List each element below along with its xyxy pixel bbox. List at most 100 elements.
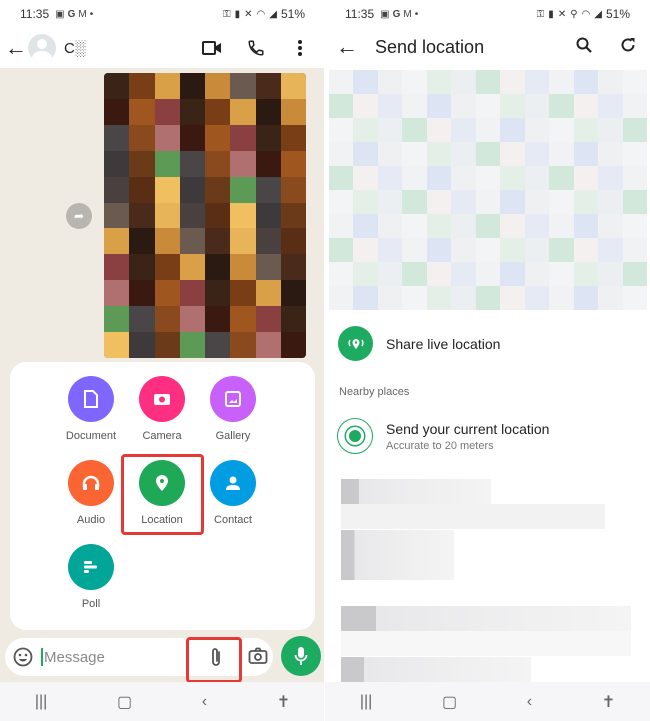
- map-view[interactable]: [329, 70, 647, 310]
- photo-pixel: [154, 202, 180, 229]
- photo-pixel: [154, 176, 180, 203]
- map-tile: [524, 262, 550, 286]
- map-tile: [622, 70, 647, 94]
- attach-gallery[interactable]: Gallery: [198, 376, 268, 442]
- attach-contact[interactable]: Contact: [198, 460, 268, 526]
- map-tile: [475, 262, 501, 286]
- nearby-place-item[interactable]: [341, 657, 531, 682]
- video-call-icon[interactable]: [201, 37, 223, 59]
- map-tile: [549, 286, 574, 310]
- photo-pixel: [230, 98, 256, 125]
- attach-camera[interactable]: Camera: [127, 376, 197, 442]
- home-icon[interactable]: ▢: [442, 692, 457, 712]
- accessibility-icon[interactable]: ✝: [602, 692, 615, 712]
- photo-pixel: [230, 306, 256, 333]
- map-tile: [622, 190, 647, 214]
- attach-label: Gallery: [215, 430, 251, 442]
- map-tile: [573, 238, 599, 262]
- attach-poll[interactable]: Poll: [56, 544, 126, 610]
- forward-icon[interactable]: ➦: [66, 203, 92, 229]
- map-tile: [329, 190, 354, 214]
- back-nav-icon[interactable]: ‹: [202, 693, 207, 711]
- photo-pixel: [205, 332, 231, 358]
- poll-icon: [68, 544, 114, 590]
- map-tile: [451, 118, 476, 142]
- system-nav-bar: ||| ▢ ‹ ✝: [325, 682, 650, 721]
- home-icon[interactable]: ▢: [117, 692, 132, 712]
- send-current-location-item[interactable]: Send your current location Accurate to 2…: [337, 418, 549, 454]
- map-tile: [426, 70, 452, 94]
- map-tile: [377, 70, 403, 94]
- message-input[interactable]: Message: [44, 649, 105, 666]
- map-tile: [353, 118, 378, 142]
- map-tile: [451, 238, 476, 262]
- back-arrow-icon[interactable]: ←: [333, 34, 361, 60]
- photo-pixel: [230, 73, 256, 99]
- attach-audio[interactable]: Audio: [56, 460, 126, 526]
- nearby-place-item[interactable]: [341, 606, 631, 631]
- photo-pixel: [230, 254, 256, 281]
- mic-button[interactable]: [281, 636, 321, 676]
- map-tile: [573, 70, 599, 94]
- voice-call-icon[interactable]: [245, 37, 267, 59]
- back-nav-icon[interactable]: ‹: [527, 693, 532, 711]
- map-tile: [622, 166, 647, 190]
- photo-pixel: [255, 332, 281, 358]
- map-tile: [353, 262, 378, 286]
- map-tile: [402, 262, 427, 286]
- photo-pixel: [179, 202, 205, 229]
- map-tile: [475, 142, 501, 166]
- map-tile: [475, 190, 501, 214]
- contact-name[interactable]: C░: [64, 40, 85, 57]
- photo-pixel: [104, 73, 130, 99]
- recent-apps-icon[interactable]: |||: [35, 693, 47, 711]
- photo-pixel: [205, 306, 231, 333]
- share-live-location-item[interactable]: Share live location: [338, 326, 500, 361]
- search-icon[interactable]: [576, 37, 592, 58]
- map-tile: [451, 190, 476, 214]
- battery-percent: 51%: [605, 7, 630, 21]
- photo-pixel: [129, 280, 155, 307]
- battery-saver-icon: ▮: [234, 8, 241, 20]
- map-tile: [500, 118, 525, 142]
- map-tile: [402, 238, 427, 262]
- camera-icon[interactable]: [248, 647, 268, 670]
- photo-pixel: [154, 124, 180, 151]
- photo-pixel: [154, 98, 180, 125]
- accessibility-icon[interactable]: ✝: [277, 692, 290, 712]
- nearby-place-item[interactable]: [341, 530, 454, 580]
- map-tile: [524, 190, 550, 214]
- map-tile: [500, 166, 525, 190]
- attach-highlight-box: [186, 637, 242, 683]
- emoji-icon[interactable]: [13, 647, 33, 667]
- gallery-icon: [210, 376, 256, 422]
- photo-pixel: [129, 202, 155, 229]
- photo-pixel: [280, 228, 306, 255]
- contact-icon: [210, 460, 256, 506]
- nearby-place-item[interactable]: [341, 479, 491, 504]
- current-location-icon: [337, 418, 373, 454]
- attach-document[interactable]: Document: [56, 376, 126, 442]
- map-tile: [475, 94, 501, 118]
- photo-pixel: [104, 98, 130, 125]
- attach-label: Camera: [142, 430, 182, 442]
- pixelated-photo-message[interactable]: [104, 73, 306, 358]
- photo-pixel: [104, 176, 130, 203]
- map-tile: [402, 190, 427, 214]
- recent-apps-icon[interactable]: |||: [360, 693, 372, 711]
- map-tile: [377, 286, 403, 310]
- nearby-place-detail: [341, 631, 631, 656]
- photo-pixel: [280, 306, 306, 333]
- photo-pixel: [154, 280, 180, 307]
- more-options-icon[interactable]: [289, 37, 311, 59]
- refresh-icon[interactable]: [620, 37, 636, 58]
- back-arrow-icon[interactable]: ←: [2, 35, 30, 61]
- photo-pixel: [179, 150, 205, 177]
- map-tile: [353, 166, 378, 190]
- map-tile: [549, 118, 574, 142]
- photo-pixel: [255, 124, 281, 151]
- map-tile: [329, 70, 354, 94]
- avatar[interactable]: [28, 34, 56, 62]
- photo-pixel: [205, 150, 231, 177]
- map-tile: [598, 142, 623, 166]
